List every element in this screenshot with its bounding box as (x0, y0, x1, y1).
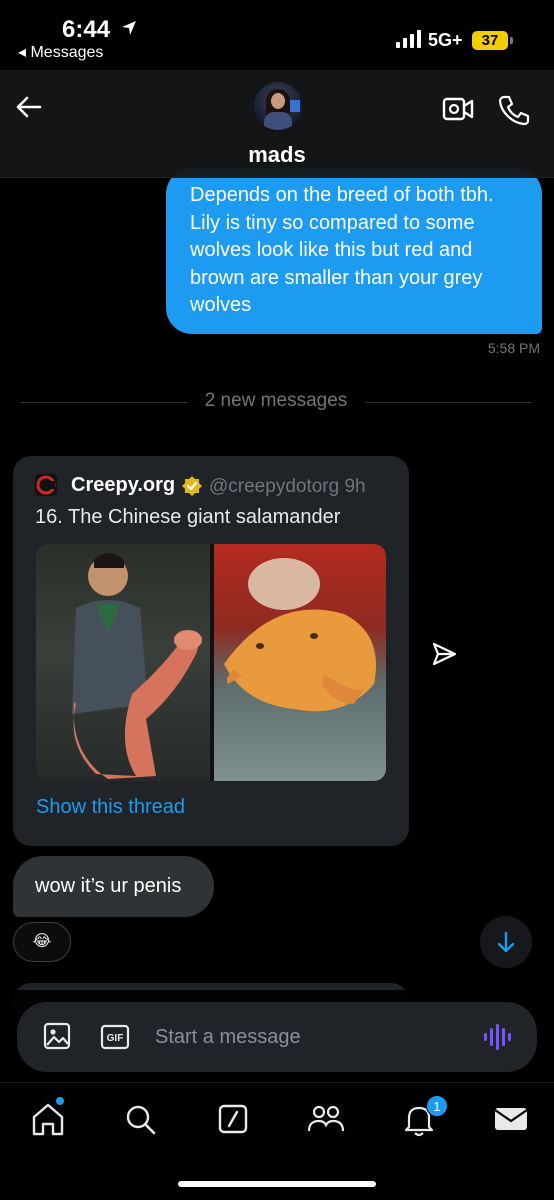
arrow-down-icon (497, 931, 515, 953)
outgoing-message-text: Depends on the breed of both tbh. Lily i… (190, 184, 494, 316)
nav-home[interactable] (26, 1097, 70, 1141)
nav-communities[interactable] (304, 1097, 348, 1141)
status-bar: 6:44 ◂ Messages 5G+ 37 (0, 0, 554, 70)
message-composer: GIF (17, 1002, 537, 1072)
home-indicator (178, 1181, 376, 1187)
avatar-face (271, 93, 285, 109)
nav-search[interactable] (118, 1097, 162, 1141)
location-arrow-icon (122, 21, 136, 35)
svg-text:GIF: GIF (107, 1033, 124, 1044)
grok-icon (218, 1104, 248, 1134)
tweet-media[interactable] (36, 544, 386, 781)
incoming-message-text: wow it’s ur penis (35, 875, 182, 897)
outgoing-message-bubble[interactable]: Depends on the breed of both tbh. Lily i… (166, 168, 542, 334)
search-icon (126, 1105, 156, 1135)
show-thread-link[interactable]: Show this thread (36, 796, 185, 819)
tweet-handle-time: @creepydotorg 9h (209, 476, 366, 497)
back-arrow-icon[interactable] (14, 92, 44, 122)
tweet-author-name[interactable]: Creepy.org (71, 474, 175, 497)
avatar[interactable] (254, 82, 302, 130)
voice-message-icon[interactable] (483, 1023, 511, 1051)
gif-icon[interactable]: GIF (100, 1024, 130, 1050)
network-type: 5G+ (428, 30, 463, 50)
conversation-header: mads (0, 70, 554, 178)
salamander-photo-left (36, 544, 210, 781)
message-input[interactable] (155, 1018, 465, 1056)
home-icon (32, 1103, 64, 1136)
nav-grok[interactable] (211, 1097, 255, 1141)
laughing-emoji-icon: 😂 (32, 933, 52, 950)
outgoing-message-time: 5:58 PM (487, 340, 540, 356)
shared-tweet-card[interactable]: Creepy.org @creepydotorg 9h 16. The Chin… (13, 456, 409, 846)
share-send-icon[interactable] (430, 640, 458, 668)
communities-icon (307, 1105, 345, 1132)
back-to-messages-link[interactable]: ◂ Messages (18, 42, 103, 62)
phone-call-icon[interactable] (498, 94, 530, 126)
signal-bars-icon (396, 30, 421, 48)
tweet-text: 16. The Chinese giant salamander (35, 506, 341, 528)
home-unread-dot (56, 1097, 64, 1105)
verified-badge-icon (182, 476, 202, 496)
status-time: 6:44 (62, 16, 111, 43)
avatar-body (264, 112, 292, 130)
video-call-icon[interactable] (442, 96, 474, 122)
new-messages-label: 2 new messages (204, 390, 348, 411)
mail-icon (494, 1108, 528, 1130)
creepy-logo-icon (35, 474, 57, 496)
battery-tip (510, 37, 513, 44)
incoming-message-bubble[interactable]: wow it’s ur penis (13, 856, 214, 917)
notifications-count-badge: 1 (426, 1095, 448, 1117)
scroll-to-bottom-button[interactable] (480, 916, 532, 968)
contact-name[interactable]: mads (0, 142, 554, 168)
image-icon[interactable] (43, 1022, 71, 1050)
reaction-emoji[interactable]: 😂 (13, 922, 71, 962)
battery-level: 37 (472, 31, 508, 50)
salamander-photo-right (214, 544, 386, 781)
new-messages-divider: 2 new messages (20, 390, 532, 414)
nav-messages[interactable] (489, 1097, 533, 1141)
